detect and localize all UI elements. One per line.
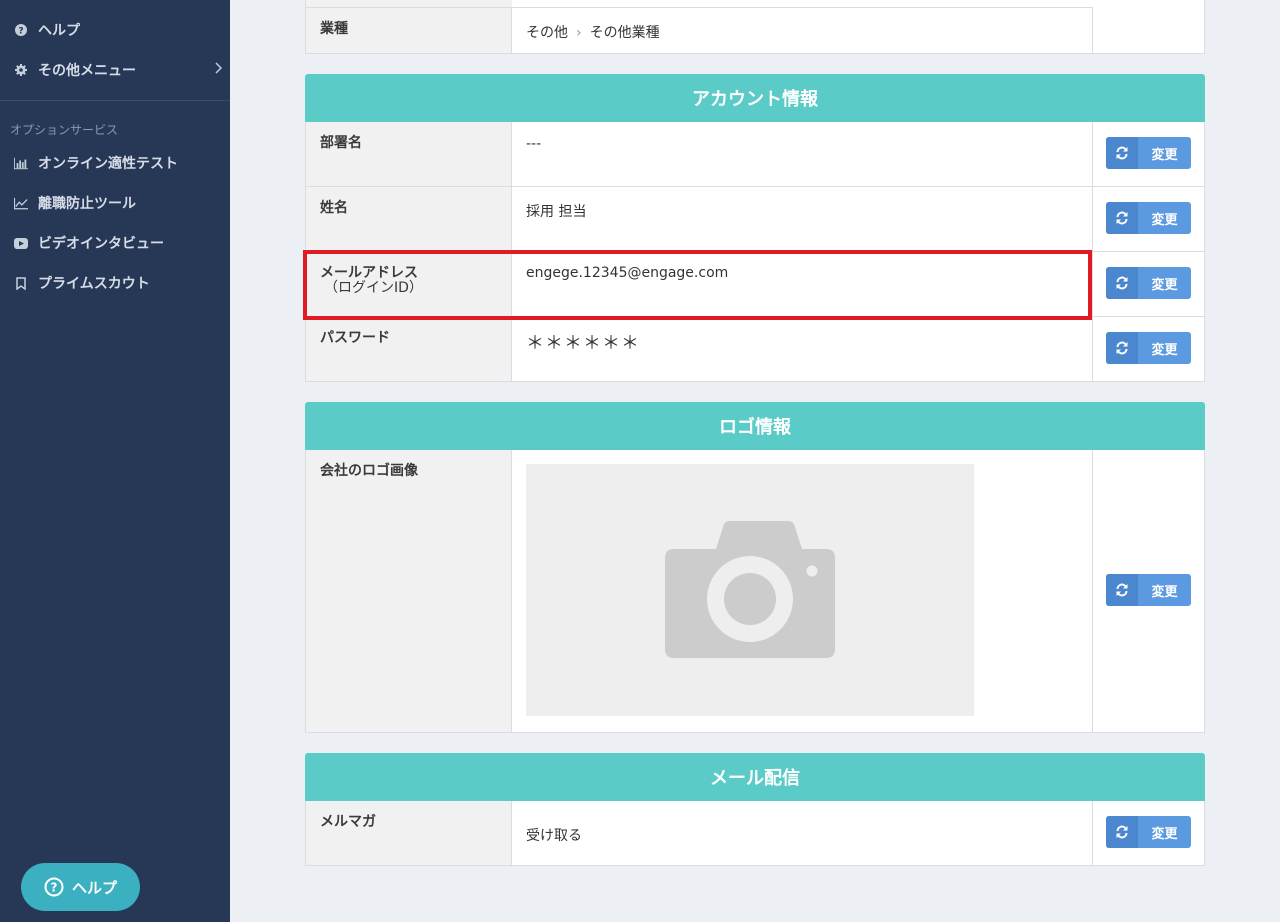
newsletter-label: メルマガ — [306, 801, 512, 865]
sidebar-item-retention-tool[interactable]: 離職防止ツール — [0, 183, 230, 223]
account-section-header: アカウント情報 — [305, 74, 1205, 122]
password-label: パスワード — [306, 317, 512, 381]
refresh-icon — [1106, 816, 1138, 848]
bar-chart-icon — [14, 156, 28, 170]
name-value: 採用 担当 — [512, 187, 1093, 251]
department-label: 部署名 — [306, 122, 512, 186]
account-row-name: 姓名 採用 担当 変更 — [305, 187, 1205, 252]
account-row-password: パスワード ＊＊＊＊＊＊ 変更 — [305, 317, 1205, 382]
refresh-icon — [1106, 202, 1138, 234]
password-action-cell: 変更 — [1093, 317, 1205, 381]
department-action-cell: 変更 — [1093, 122, 1205, 186]
change-button-label: 変更 — [1151, 826, 1178, 842]
question-circle-icon: ? — [44, 877, 64, 897]
chevron-right-icon: › — [576, 25, 582, 41]
sidebar: ? ヘルプ その他メニュー オプションサービス オンライン適性テスト 離職防止ツ… — [0, 0, 230, 922]
sidebar-item-video-interview[interactable]: ビデオインタビュー — [0, 223, 230, 263]
question-circle-icon: ? — [14, 23, 28, 37]
sidebar-divider — [0, 100, 230, 101]
change-button-label: 変更 — [1151, 147, 1178, 163]
email-highlight-box — [303, 250, 1092, 320]
gear-icon — [14, 63, 28, 77]
camera-icon — [665, 521, 835, 658]
name-label: 姓名 — [306, 187, 512, 251]
change-department-button[interactable]: 変更 — [1106, 137, 1191, 169]
logo-placeholder-image[interactable] — [526, 464, 974, 716]
sidebar-item-online-test[interactable]: オンライン適性テスト — [0, 143, 230, 183]
logo-section-header: ロゴ情報 — [305, 402, 1205, 450]
sidebar-item-label: 離職防止ツール — [38, 196, 136, 212]
help-floating-button[interactable]: ? ヘルプ — [21, 863, 140, 911]
industry-value: その他 › その他業種 — [512, 7, 1093, 53]
sidebar-section-title: オプションサービス — [10, 123, 119, 137]
sidebar-item-label: ヘルプ — [38, 23, 80, 39]
svg-text:?: ? — [51, 881, 58, 895]
chevron-right-icon — [214, 62, 223, 78]
industry-row: 業種 その他 › その他業種 — [305, 0, 1205, 54]
email-action-cell: 変更 — [1093, 252, 1205, 316]
logo-value-cell — [512, 450, 1093, 732]
change-button-label: 変更 — [1151, 584, 1178, 600]
refresh-icon — [1106, 137, 1138, 169]
password-value: ＊＊＊＊＊＊ — [512, 317, 1093, 381]
newsletter-action-cell: 変更 — [1093, 801, 1205, 865]
industry-parent: その他 — [526, 25, 568, 41]
name-action-cell: 変更 — [1093, 187, 1205, 251]
industry-row-top-border — [305, 0, 512, 8]
change-logo-button[interactable]: 変更 — [1106, 574, 1191, 606]
mail-row-newsletter: メルマガ 受け取る 変更 — [305, 801, 1205, 866]
logo-action-cell: 変更 — [1093, 450, 1205, 732]
logo-row: 会社のロゴ画像 変更 — [305, 450, 1205, 733]
department-value: --- — [512, 122, 1093, 186]
newsletter-value: 受け取る — [512, 801, 1093, 865]
account-row-department: 部署名 --- 変更 — [305, 122, 1205, 187]
change-button-label: 変更 — [1151, 342, 1178, 358]
change-email-button[interactable]: 変更 — [1106, 267, 1191, 299]
sidebar-item-label: ビデオインタビュー — [38, 236, 164, 252]
change-button-label: 変更 — [1151, 277, 1178, 293]
change-password-button[interactable]: 変更 — [1106, 332, 1191, 364]
line-chart-icon — [14, 196, 28, 210]
refresh-icon — [1106, 332, 1138, 364]
industry-action-cell — [1093, 0, 1205, 53]
mail-section-header: メール配信 — [305, 753, 1205, 801]
logo-label: 会社のロゴ画像 — [306, 450, 512, 732]
change-name-button[interactable]: 変更 — [1106, 202, 1191, 234]
sidebar-item-label: オンライン適性テスト — [38, 156, 178, 172]
bookmark-icon — [14, 276, 28, 290]
change-newsletter-button[interactable]: 変更 — [1106, 816, 1191, 848]
refresh-icon — [1106, 267, 1138, 299]
sidebar-item-label: その他メニュー — [38, 63, 136, 79]
sidebar-item-label: プライムスカウト — [38, 276, 150, 292]
sidebar-item-prime-scout[interactable]: プライムスカウト — [0, 263, 230, 303]
sidebar-item-other-menu[interactable]: その他メニュー — [0, 50, 230, 90]
help-button-label: ヘルプ — [71, 878, 117, 897]
svg-text:?: ? — [18, 27, 23, 37]
industry-child: その他業種 — [589, 25, 660, 41]
refresh-icon — [1106, 574, 1138, 606]
change-button-label: 変更 — [1151, 212, 1178, 228]
video-play-icon — [14, 236, 28, 250]
sidebar-item-help[interactable]: ? ヘルプ — [0, 10, 230, 50]
